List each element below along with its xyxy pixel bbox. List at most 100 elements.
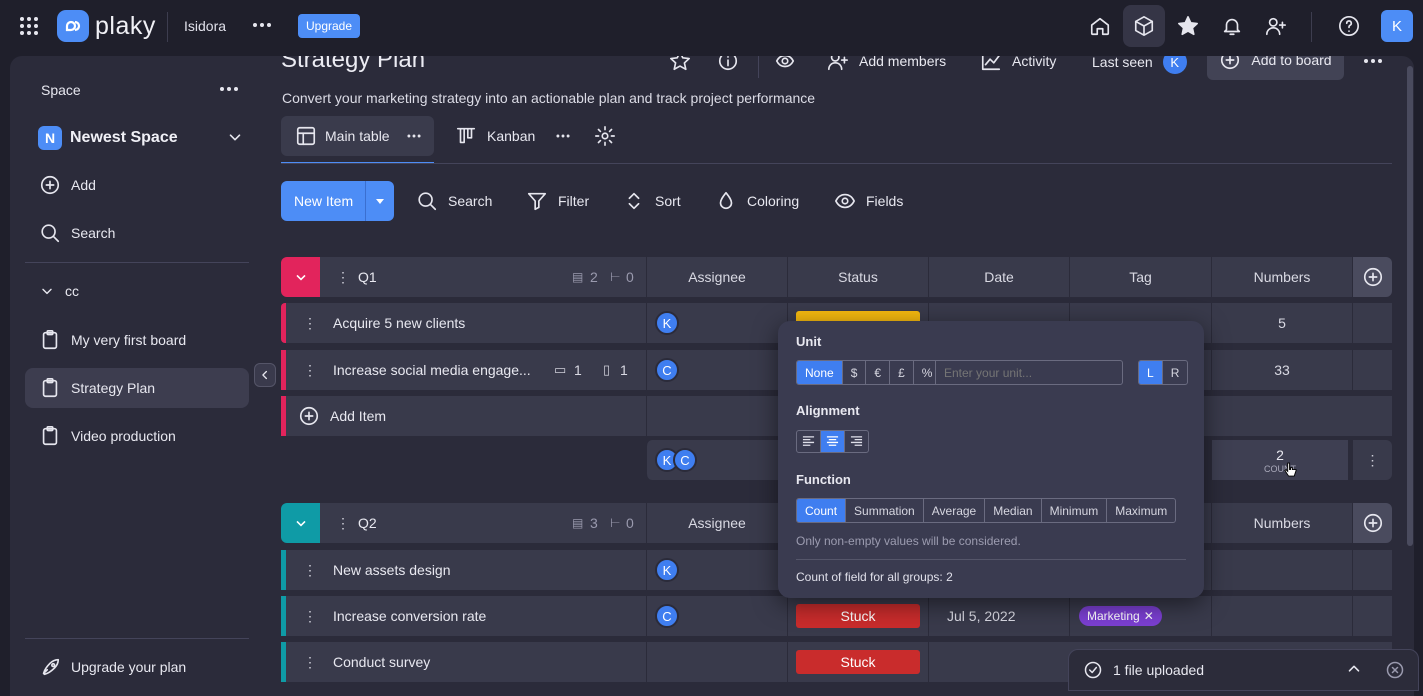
- close-circle-icon[interactable]: [1385, 660, 1405, 680]
- function-average[interactable]: Average: [924, 499, 986, 522]
- numbers-cell[interactable]: [1211, 550, 1352, 590]
- drag-handle-icon[interactable]: ⋮: [336, 269, 350, 286]
- bell-icon[interactable]: [1221, 15, 1243, 37]
- remove-tag-icon[interactable]: ✕: [1144, 609, 1154, 623]
- item-name-cell[interactable]: ⋮ Conduct survey: [281, 642, 646, 682]
- function-summation[interactable]: Summation: [846, 499, 924, 522]
- add-column-button[interactable]: [1352, 503, 1392, 543]
- unit-pound[interactable]: £: [890, 361, 914, 384]
- status-cell[interactable]: Stuck: [787, 642, 928, 682]
- numbers-cell[interactable]: [1211, 596, 1352, 636]
- column-header-date[interactable]: Date: [928, 257, 1069, 297]
- align-left-icon[interactable]: [797, 431, 821, 452]
- home-icon[interactable]: [1089, 15, 1111, 37]
- more-icon[interactable]: [555, 128, 571, 144]
- numbers-cell[interactable]: 5: [1211, 303, 1352, 343]
- scrollbar[interactable]: [1407, 66, 1413, 546]
- group-name[interactable]: Q1: [358, 269, 377, 285]
- unit-input[interactable]: [935, 360, 1123, 385]
- logo[interactable]: plaky: [57, 10, 156, 42]
- new-item-dropdown[interactable]: [365, 181, 394, 221]
- space-selector[interactable]: N Newest Space: [38, 126, 244, 150]
- status-cell[interactable]: Stuck: [787, 596, 928, 636]
- item-name[interactable]: Conduct survey: [333, 654, 430, 670]
- assignee-cell[interactable]: K: [646, 550, 787, 590]
- upgrade-button[interactable]: Upgrade: [298, 14, 361, 38]
- sort-button[interactable]: Sort: [623, 190, 681, 212]
- folder-cc[interactable]: cc: [25, 271, 249, 311]
- item-name-cell[interactable]: ⋮ Increase social media engage... ▭ 1 ▯ …: [281, 350, 646, 390]
- position-left[interactable]: L: [1139, 361, 1163, 384]
- function-median[interactable]: Median: [985, 499, 1042, 522]
- collapse-sidebar-button[interactable]: [254, 363, 276, 387]
- assignee-cell[interactable]: [646, 642, 787, 682]
- column-header-assignee[interactable]: Assignee: [646, 257, 787, 297]
- assignee-cell[interactable]: K: [646, 303, 787, 343]
- boards-nav-button[interactable]: [1123, 5, 1165, 47]
- function-maximum[interactable]: Maximum: [1107, 499, 1175, 522]
- unit-position-selector[interactable]: L R: [1138, 360, 1189, 385]
- add-item-cell[interactable]: Add Item: [281, 396, 646, 436]
- new-item-button[interactable]: New Item: [281, 181, 394, 221]
- last-seen[interactable]: Last seen K: [1092, 56, 1187, 74]
- assignee-cell[interactable]: C: [646, 350, 787, 390]
- add-column-button[interactable]: [1352, 257, 1392, 297]
- tab-kanban[interactable]: Kanban: [455, 116, 571, 156]
- board-more-icon[interactable]: [1362, 56, 1384, 72]
- tab-main-table[interactable]: Main table: [281, 116, 434, 156]
- eye-settings-icon[interactable]: [774, 56, 796, 72]
- item-name[interactable]: Increase conversion rate: [333, 608, 486, 624]
- upgrade-plan-link[interactable]: Upgrade your plan: [25, 647, 249, 687]
- sidebar-search[interactable]: Search: [25, 213, 249, 253]
- item-name[interactable]: Increase social media engage...: [333, 362, 531, 378]
- apps-grid-icon[interactable]: [19, 16, 39, 36]
- comment-icon[interactable]: ▭: [554, 362, 566, 378]
- search-button[interactable]: Search: [416, 190, 492, 212]
- add-to-board-button[interactable]: Add to board: [1207, 56, 1344, 80]
- more-icon[interactable]: [251, 14, 273, 36]
- row-menu-icon[interactable]: ⋮: [303, 608, 317, 625]
- view-settings-gear-icon[interactable]: [594, 125, 616, 147]
- alignment-selector[interactable]: [796, 430, 869, 453]
- drag-handle-icon[interactable]: ⋮: [336, 515, 350, 532]
- more-icon[interactable]: [406, 128, 422, 144]
- unit-euro[interactable]: €: [866, 361, 891, 384]
- fields-button[interactable]: Fields: [834, 190, 903, 212]
- filter-button[interactable]: Filter: [526, 190, 589, 212]
- sidebar-item-my-very-first-board[interactable]: My very first board: [25, 320, 249, 360]
- column-header-status[interactable]: Status: [787, 257, 928, 297]
- align-center-icon[interactable]: [821, 431, 845, 452]
- file-icon[interactable]: ▯: [603, 362, 610, 378]
- row-menu-icon[interactable]: ⋮: [303, 654, 317, 671]
- assignee-cell[interactable]: C: [646, 596, 787, 636]
- date-cell[interactable]: Jul 5, 2022: [928, 596, 1069, 636]
- unit-none[interactable]: None: [797, 361, 843, 384]
- position-right[interactable]: R: [1163, 361, 1188, 384]
- column-header-numbers[interactable]: Numbers: [1211, 257, 1352, 297]
- star-filled-icon[interactable]: [1177, 15, 1199, 37]
- item-name[interactable]: New assets design: [333, 562, 451, 578]
- summary-menu-button[interactable]: ⋮: [1352, 440, 1392, 480]
- row-menu-icon[interactable]: ⋮: [303, 362, 317, 379]
- function-minimum[interactable]: Minimum: [1042, 499, 1108, 522]
- add-members-button[interactable]: Add members: [827, 56, 946, 72]
- item-name-cell[interactable]: ⋮ New assets design: [281, 550, 646, 590]
- tag-chip[interactable]: Marketing ✕: [1079, 606, 1162, 626]
- column-header-assignee[interactable]: Assignee: [646, 503, 787, 543]
- coloring-button[interactable]: Coloring: [715, 190, 799, 212]
- user-avatar[interactable]: K: [1381, 10, 1413, 42]
- align-right-icon[interactable]: [845, 431, 868, 452]
- help-icon[interactable]: [1338, 15, 1360, 37]
- unit-selector[interactable]: None $ € £ %: [796, 360, 942, 385]
- star-outline-icon[interactable]: [669, 56, 691, 72]
- group-collapse-button[interactable]: [281, 257, 320, 297]
- chevron-up-icon[interactable]: [1345, 660, 1363, 678]
- row-menu-icon[interactable]: ⋮: [303, 315, 317, 332]
- activity-button[interactable]: Activity: [980, 56, 1056, 72]
- column-header-numbers[interactable]: Numbers: [1211, 503, 1352, 543]
- tag-cell[interactable]: Marketing ✕: [1069, 596, 1211, 636]
- sidebar-item-strategy-plan[interactable]: Strategy Plan: [25, 368, 249, 408]
- space-more-icon[interactable]: [218, 78, 240, 100]
- item-name[interactable]: Acquire 5 new clients: [333, 315, 465, 331]
- item-name-cell[interactable]: ⋮ Increase conversion rate: [281, 596, 646, 636]
